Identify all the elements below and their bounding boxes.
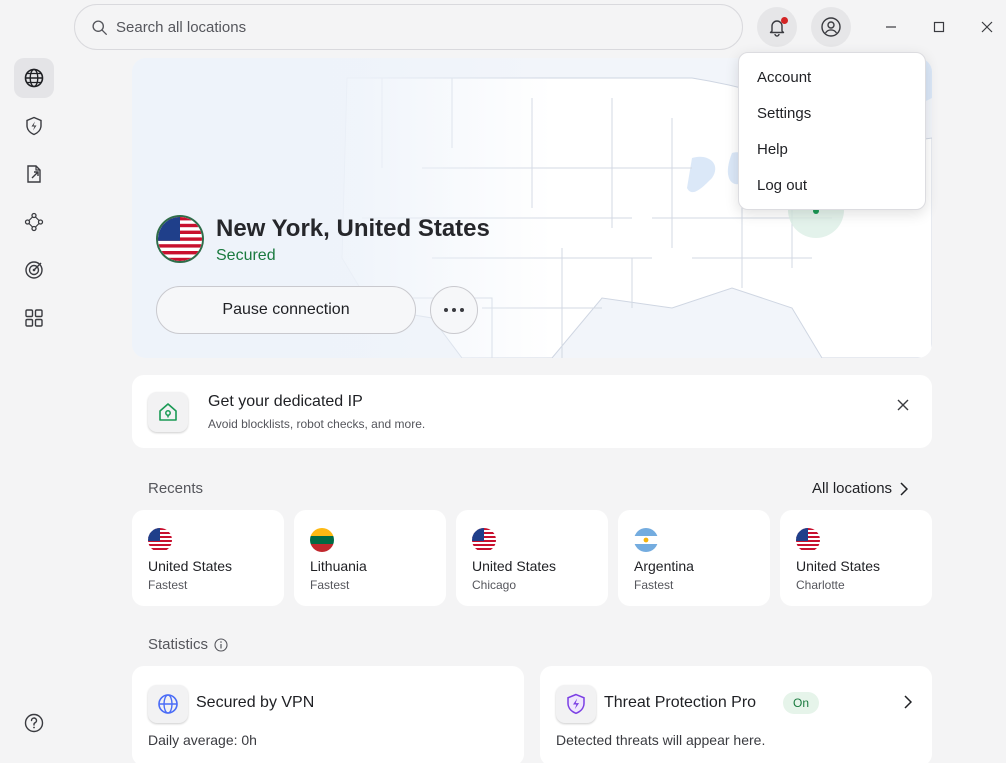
more-options-button[interactable]	[430, 286, 478, 334]
recent-location-card[interactable]: Argentina Fastest	[618, 510, 770, 606]
us-flag-icon	[148, 528, 172, 552]
promo-close-button[interactable]	[892, 394, 914, 416]
threat-protection-card[interactable]: Threat Protection Pro On Detected threat…	[540, 666, 932, 763]
recents-label: Recents	[148, 480, 204, 497]
recent-country: United States	[796, 558, 881, 574]
menu-item-settings[interactable]: Settings	[739, 96, 925, 132]
daily-average-value: 0h	[241, 732, 257, 748]
notification-dot	[781, 17, 788, 24]
recent-location-card[interactable]: Lithuania Fastest	[294, 510, 446, 606]
menu-item-log-out[interactable]: Log out	[739, 168, 925, 204]
recent-location-card[interactable]: United States Fastest	[132, 510, 284, 606]
help-icon	[24, 713, 44, 733]
threat-protection-title: Threat Protection Pro	[604, 694, 757, 711]
recent-detail: Fastest	[148, 578, 188, 592]
statistics-heading: Statistics	[148, 636, 228, 653]
rail-dark-web-monitor[interactable]	[14, 250, 54, 290]
minimize-icon	[886, 26, 896, 28]
dedicated-ip-card[interactable]: Get your dedicated IP Avoid blocklists, …	[132, 375, 932, 448]
recent-country: Argentina	[634, 558, 694, 574]
threat-protection-subtitle: Detected threats will appear here.	[556, 732, 766, 748]
minimize-button[interactable]	[878, 14, 904, 40]
search-icon	[92, 19, 107, 35]
us-flag-icon	[472, 528, 496, 552]
recent-country: United States	[148, 558, 233, 574]
us-flag-icon	[156, 215, 204, 263]
search-bar[interactable]	[74, 4, 743, 50]
recent-country: United States	[472, 558, 557, 574]
recent-location-card[interactable]: United States Chicago	[456, 510, 608, 606]
recent-detail: Fastest	[310, 578, 350, 592]
file-share-icon	[27, 165, 41, 183]
status-badge: On	[783, 692, 820, 714]
notifications-button[interactable]	[757, 7, 797, 47]
account-menu: Account Settings Help Log out	[738, 52, 926, 210]
chevron-right-icon	[900, 481, 909, 496]
all-locations-label: All locations	[812, 480, 893, 497]
maximize-button[interactable]	[926, 14, 952, 40]
recent-country: Lithuania	[310, 558, 367, 574]
us-flag-icon	[796, 528, 820, 552]
search-input[interactable]	[116, 18, 676, 36]
vpn-stats-title: Secured by VPN	[196, 694, 315, 711]
maximize-icon	[933, 21, 945, 33]
apps-grid-icon	[25, 309, 43, 327]
close-icon	[981, 21, 993, 33]
pause-connection-button[interactable]: Pause connection	[156, 286, 416, 334]
recent-location-card[interactable]: United States Charlotte	[780, 510, 932, 606]
menu-item-account[interactable]: Account	[739, 60, 925, 96]
user-icon	[821, 17, 841, 37]
info-icon[interactable]	[214, 637, 228, 652]
statistics-label: Statistics	[148, 636, 209, 653]
vpn-stats-card[interactable]: Secured by VPN Daily average: 0h	[132, 666, 524, 763]
profile-button[interactable]	[811, 7, 851, 47]
rail-threat-protection[interactable]	[14, 106, 54, 146]
promo-title: Get your dedicated IP	[208, 393, 363, 410]
lt-flag-icon	[310, 528, 334, 552]
meshnet-icon	[24, 212, 44, 232]
more-icon	[444, 308, 464, 312]
close-window-button[interactable]	[974, 14, 1000, 40]
rail-meshnet[interactable]	[14, 202, 54, 242]
rail-help[interactable]	[14, 703, 54, 743]
home-pin-icon	[148, 392, 188, 432]
recent-detail: Chicago	[472, 578, 517, 592]
close-icon	[897, 399, 909, 411]
shield-bolt-icon	[26, 116, 42, 136]
daily-average-label: Daily average:	[148, 732, 238, 748]
rail-apps[interactable]	[14, 298, 54, 338]
shield-bolt-icon	[556, 685, 596, 723]
chevron-right-icon[interactable]	[904, 695, 912, 709]
vpn-daily-average: Daily average: 0h	[148, 732, 257, 748]
promo-subtitle: Avoid blocklists, robot checks, and more…	[208, 417, 426, 431]
rail-vpn[interactable]	[14, 58, 54, 98]
rail-file-share[interactable]	[14, 154, 54, 194]
ar-flag-icon	[634, 528, 658, 552]
connection-location: New York, United States	[216, 215, 490, 242]
connection-status: Secured	[216, 247, 276, 264]
radar-icon	[25, 261, 43, 279]
all-locations-link[interactable]: All locations	[812, 480, 909, 497]
globe-icon	[148, 685, 188, 723]
menu-item-help[interactable]: Help	[739, 132, 925, 168]
globe-icon	[24, 68, 44, 88]
recent-detail: Fastest	[634, 578, 674, 592]
recent-detail: Charlotte	[796, 578, 845, 592]
